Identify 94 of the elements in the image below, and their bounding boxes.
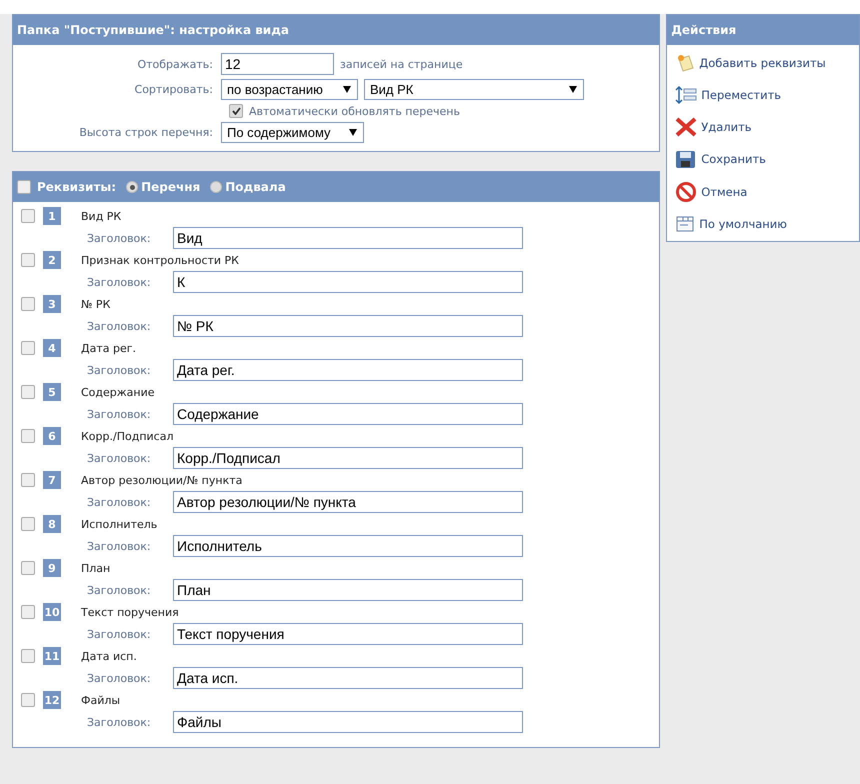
action-link[interactable]: По умолчанию: [675, 215, 853, 233]
caret-icon: [343, 86, 351, 93]
row-number: 1: [43, 207, 61, 225]
caption-label: Заголовок:: [86, 584, 152, 596]
caption-label: Заголовок:: [86, 364, 152, 376]
action-link[interactable]: Сохранить: [675, 149, 853, 169]
caption-field[interactable]: Текст поручения: [173, 623, 523, 645]
row-checkbox[interactable]: [21, 297, 35, 311]
mode-radio[interactable]: [210, 181, 222, 193]
action-link[interactable]: Отмена: [675, 181, 853, 203]
radio-label: Перечня: [141, 180, 200, 194]
attribute-name: Файлы: [81, 694, 122, 706]
caption-field[interactable]: Автор резолюции/№ пункта: [173, 491, 523, 513]
cancel-icon: [675, 181, 698, 203]
caption-field[interactable]: К: [173, 271, 523, 293]
field-label: Отображать:: [136, 58, 213, 70]
caption-label: Заголовок:: [86, 540, 152, 552]
mode-radio[interactable]: [126, 181, 138, 193]
row-number: 6: [43, 427, 61, 445]
attribute-name: Дата рег.: [81, 342, 138, 354]
caption-label: Заголовок:: [86, 276, 152, 288]
row-number: 5: [43, 383, 61, 401]
panel-title: Действия: [671, 23, 736, 37]
caption-field[interactable]: Содержание: [173, 403, 523, 425]
check-icon: [232, 107, 240, 115]
action-link[interactable]: Переместить: [675, 85, 853, 105]
caption-field[interactable]: Дата исп.: [173, 667, 523, 689]
caption-label: Заголовок:: [86, 452, 152, 464]
row-number: 3: [43, 295, 61, 313]
field-label: Высота строк перечня:: [78, 126, 213, 139]
caption-field[interactable]: Исполнитель: [173, 535, 523, 557]
row-checkbox[interactable]: [21, 517, 35, 531]
records-count-field[interactable]: 12: [221, 53, 334, 75]
row-checkbox[interactable]: [21, 209, 35, 223]
caption-label: Заголовок:: [86, 628, 152, 640]
caption-field[interactable]: № РК: [173, 315, 523, 337]
attribute-name: № РК: [81, 298, 112, 310]
caption-label: Заголовок:: [86, 408, 152, 420]
table-icon: [675, 215, 696, 233]
caption-field[interactable]: План: [173, 579, 523, 601]
panel-title: Реквизиты:: [37, 180, 116, 194]
caption-field[interactable]: Корр./Подписал: [173, 447, 523, 469]
select-all-checkbox[interactable]: [17, 180, 31, 194]
action-link[interactable]: Удалить: [675, 117, 853, 137]
row-number: 7: [43, 471, 61, 489]
row-checkbox[interactable]: [21, 341, 35, 355]
row-number: 12: [43, 691, 61, 709]
caption-field[interactable]: Вид: [173, 227, 523, 249]
caption-label: Заголовок:: [86, 716, 152, 728]
caret-icon: [569, 86, 577, 93]
save-icon: [675, 149, 698, 169]
row-checkbox[interactable]: [21, 649, 35, 663]
row-checkbox[interactable]: [21, 385, 35, 399]
attribute-name: Дата исп.: [81, 650, 138, 662]
row-number: 9: [43, 559, 61, 577]
sort-order-dropdown[interactable]: по возрастанию: [221, 79, 358, 100]
attribute-name: Автор резолюции/№ пункта: [81, 474, 244, 486]
row-number: 8: [43, 515, 61, 533]
row-checkbox[interactable]: [21, 693, 35, 707]
caption-label: Заголовок:: [86, 672, 152, 684]
panel-title: Папка "Поступившие": настройка вида: [17, 23, 290, 37]
attribute-name: Текст поручения: [81, 606, 180, 618]
attribute-name: Признак контрольности РК: [81, 254, 240, 266]
row-checkbox[interactable]: [21, 561, 35, 575]
attribute-name: План: [81, 562, 112, 574]
radio-label: Подвала: [225, 180, 286, 194]
attribute-name: Содержание: [81, 386, 156, 398]
checkbox-label: Автоматически обновлять перечень: [249, 104, 460, 118]
row-checkbox[interactable]: [21, 605, 35, 619]
row-number: 4: [43, 339, 61, 357]
attribute-name: Вид РК: [81, 210, 122, 222]
auto-refresh-checkbox[interactable]: [229, 104, 243, 118]
caption-field[interactable]: Дата рег.: [173, 359, 523, 381]
attribute-name: Корр./Подписал: [81, 430, 174, 442]
row-checkbox[interactable]: [21, 429, 35, 443]
attribute-name: Исполнитель: [81, 518, 158, 530]
row-checkbox[interactable]: [21, 473, 35, 487]
delete-icon: [675, 117, 698, 137]
field-label: Сортировать:: [134, 83, 213, 96]
action-link[interactable]: Добавить реквизиты: [675, 53, 853, 73]
row-height-dropdown[interactable]: По содержимому: [221, 122, 364, 143]
row-number: 10: [43, 603, 61, 621]
note-star-icon: [675, 53, 696, 73]
caption-label: Заголовок:: [86, 320, 152, 332]
caret-icon: [349, 129, 357, 136]
row-checkbox[interactable]: [21, 253, 35, 267]
caption-field[interactable]: Файлы: [173, 711, 523, 733]
sort-field-dropdown[interactable]: Вид РК: [364, 79, 584, 100]
move-rows-icon: [675, 85, 698, 105]
caption-label: Заголовок:: [86, 232, 152, 244]
field-suffix: записей на странице: [340, 58, 463, 70]
row-number: 11: [43, 647, 61, 665]
caption-label: Заголовок:: [86, 496, 152, 508]
row-number: 2: [43, 251, 61, 269]
